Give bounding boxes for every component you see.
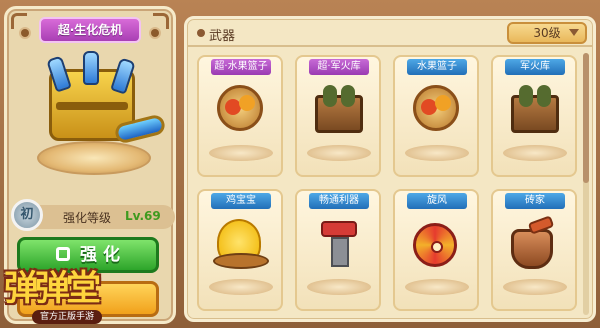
weapon-card[interactable]: 鸡宝宝 bbox=[197, 189, 283, 311]
weapon-card[interactable]: 畅通利器 bbox=[295, 189, 381, 311]
chevron-down-icon bbox=[569, 29, 579, 36]
rivet-icon bbox=[151, 29, 159, 37]
level-filter-value: 30级 bbox=[533, 26, 561, 40]
bullet-icon bbox=[197, 29, 205, 37]
weapon-card[interactable]: 旋风 bbox=[393, 189, 479, 311]
plunger-hammer-icon bbox=[315, 219, 363, 271]
arsenal-crate-icon bbox=[315, 85, 363, 137]
weapon-card[interactable]: 超·军火库 bbox=[295, 55, 381, 177]
rivet-icon bbox=[21, 29, 29, 37]
weapon-card[interactable]: 砖家 bbox=[491, 189, 577, 311]
weapon-name: 超·军火库 bbox=[309, 59, 369, 75]
brick-pot-icon bbox=[511, 215, 559, 271]
panel-header: 武器 30级 bbox=[187, 19, 593, 47]
weapon-name: 鸡宝宝 bbox=[211, 193, 271, 209]
weapon-name: 军火库 bbox=[505, 59, 565, 75]
weapon-card[interactable]: 超·水果篮子 bbox=[197, 55, 283, 177]
level-filter-dropdown[interactable]: 30级 bbox=[507, 22, 587, 44]
tab-weapons[interactable]: 武器 bbox=[209, 25, 235, 44]
item-title: 超·生化危机 bbox=[39, 17, 141, 43]
enhance-level-row: 初 强化等级 Lv.69 bbox=[11, 199, 175, 231]
weapon-name: 旋风 bbox=[407, 193, 467, 209]
arsenal-crate-icon bbox=[511, 85, 559, 137]
shuriken-icon bbox=[413, 219, 461, 271]
bottle-icon bbox=[83, 51, 99, 85]
fruit-basket-icon bbox=[217, 85, 265, 137]
weapon-name: 砖家 bbox=[505, 193, 565, 209]
item-showcase bbox=[21, 51, 167, 179]
chick-icon bbox=[213, 219, 269, 271]
logo-title: 弹弹堂 bbox=[4, 268, 101, 309]
enhance-level-label: 强化等级 bbox=[63, 211, 112, 225]
weapon-card[interactable]: 军火库 bbox=[491, 55, 577, 177]
decorative-corner bbox=[11, 13, 27, 29]
scrollbar[interactable] bbox=[583, 53, 589, 315]
scroll-thumb[interactable] bbox=[583, 53, 589, 183]
rank-badge: 初 bbox=[11, 199, 43, 231]
pedestal bbox=[37, 141, 151, 175]
fruit-basket-icon bbox=[413, 85, 461, 137]
game-logo: 弹弹堂 官方正版手游 bbox=[0, 252, 130, 328]
weapon-name: 水果篮子 bbox=[407, 59, 467, 75]
logo-subtitle: 官方正版手游 bbox=[32, 310, 102, 324]
weapon-name: 超·水果篮子 bbox=[211, 59, 271, 75]
weapon-grid: 超·水果篮子 超·军火库 水果篮子 军火库 鸡宝宝 畅通利器 旋风 砖家 bbox=[197, 55, 583, 319]
decorative-corner bbox=[153, 13, 169, 29]
weapon-card[interactable]: 水果篮子 bbox=[393, 55, 479, 177]
weapon-list-panel: 武器 30级 超·水果篮子 超·军火库 水果篮子 军火库 鸡宝宝 畅通利器 旋风… bbox=[184, 16, 596, 322]
weapon-name: 畅通利器 bbox=[309, 193, 369, 209]
enhance-level-value: Lv.69 bbox=[125, 209, 161, 223]
